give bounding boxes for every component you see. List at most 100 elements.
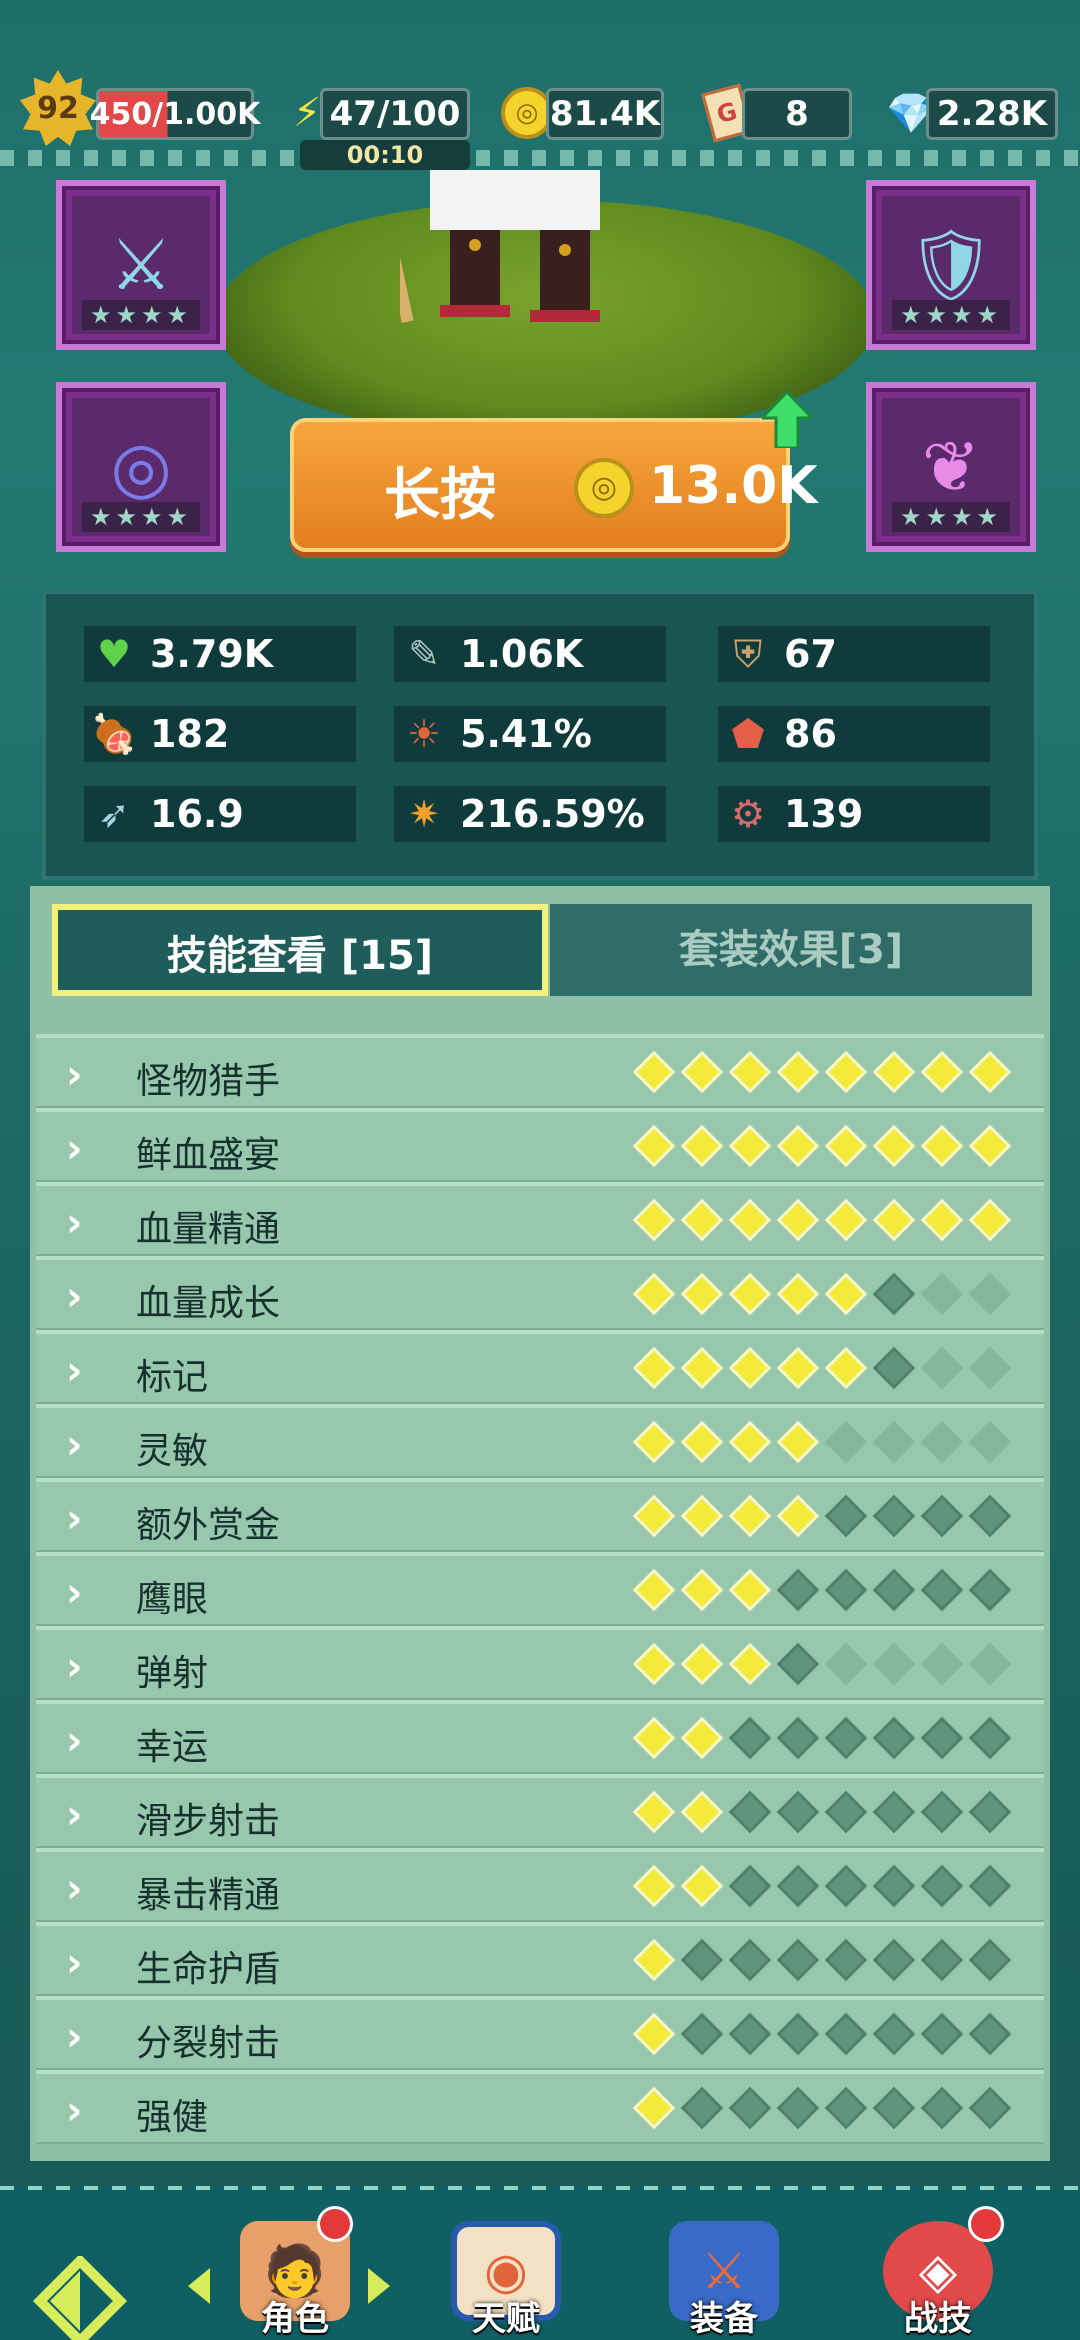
skill-row[interactable]: › 分裂射击 bbox=[36, 1996, 1044, 2070]
skill-name: 血量精通 bbox=[136, 1209, 281, 1250]
skill-name: 灵敏 bbox=[136, 1431, 209, 1472]
level-pip bbox=[824, 1346, 868, 1390]
stat-box: ☀ 5.41% bbox=[394, 706, 666, 762]
equip-slot-armor[interactable]: 🛡 ★★★★ bbox=[866, 180, 1036, 350]
skill-row[interactable]: › 灵敏 bbox=[36, 1404, 1044, 1478]
skill-row[interactable]: › 鹰眼 bbox=[36, 1552, 1044, 1626]
skill-row[interactable]: › 标记 bbox=[36, 1330, 1044, 1404]
level-pip bbox=[824, 1642, 868, 1686]
tab-skills[interactable]: 技能查看 [15] bbox=[52, 904, 548, 996]
level-pip bbox=[728, 1050, 772, 1094]
top-trim bbox=[0, 150, 1080, 166]
level-pip bbox=[920, 1050, 964, 1094]
skill-name: 额外赏金 bbox=[136, 1505, 281, 1546]
back-button[interactable] bbox=[10, 2210, 140, 2340]
level-pip bbox=[632, 1938, 676, 1982]
equip-slot-necklace[interactable]: ❦ ★★★★ bbox=[866, 382, 1036, 552]
level-pip bbox=[728, 1420, 772, 1464]
level-pip bbox=[632, 1716, 676, 1760]
level-pip bbox=[728, 1938, 772, 1982]
nav-combat-skill[interactable]: ◈ 战技 bbox=[868, 2204, 1008, 2340]
ticket-value: 8 bbox=[742, 88, 852, 140]
level-pip bbox=[776, 1642, 820, 1686]
level-pip bbox=[680, 1420, 724, 1464]
slot-stars: ★★★★ bbox=[82, 300, 200, 330]
skill-row[interactable]: › 血量精通 bbox=[36, 1182, 1044, 1256]
skill-row[interactable]: › 额外赏金 bbox=[36, 1478, 1044, 1552]
level-pip bbox=[680, 1198, 724, 1242]
nav-gear[interactable]: ⚔ 装备 bbox=[654, 2204, 794, 2340]
level-pip bbox=[920, 1568, 964, 1612]
level-pip bbox=[680, 2012, 724, 2056]
stat-box: 🍖 182 bbox=[84, 706, 356, 762]
level-pip bbox=[680, 1790, 724, 1834]
nav-hero[interactable]: 🧑 角色 bbox=[225, 2204, 365, 2340]
skill-row[interactable]: › 滑步射击 bbox=[36, 1774, 1044, 1848]
level-pip bbox=[680, 1642, 724, 1686]
skill-level-pips bbox=[630, 1790, 1014, 1834]
level-pip bbox=[776, 1568, 820, 1612]
level-pip bbox=[968, 1938, 1012, 1982]
level-pip bbox=[632, 1198, 676, 1242]
level-pip bbox=[680, 1346, 724, 1390]
level-pip bbox=[776, 1864, 820, 1908]
level-pip bbox=[920, 1272, 964, 1316]
chevron-right-icon: › bbox=[66, 1940, 83, 1986]
coin-value: 81.4K bbox=[546, 88, 664, 140]
skill-row[interactable]: › 鲜血盛宴 bbox=[36, 1108, 1044, 1182]
skill-name: 生命护盾 bbox=[136, 1949, 281, 1990]
nav-talent[interactable]: ◉ 天赋 bbox=[436, 2204, 576, 2340]
level-pip bbox=[824, 1050, 868, 1094]
long-press-upgrade-button[interactable]: 长按 ◎ 13.0K bbox=[290, 418, 818, 552]
level-pip bbox=[920, 2086, 964, 2130]
skill-name: 强健 bbox=[136, 2097, 209, 2138]
level-pip bbox=[968, 1568, 1012, 1612]
stat-value: 67 bbox=[784, 632, 837, 676]
equip-slot-weapon[interactable]: ⚔ ★★★★ bbox=[56, 180, 226, 350]
level-pip bbox=[920, 1938, 964, 1982]
level-pip bbox=[824, 1124, 868, 1168]
level-pip bbox=[632, 1568, 676, 1612]
tab-set-effects[interactable]: 套装效果[3] bbox=[550, 904, 1032, 996]
skill-row[interactable]: › 弹射 bbox=[36, 1626, 1044, 1700]
skill-row[interactable]: › 暴击精通 bbox=[36, 1848, 1044, 1922]
equip-slot-ring[interactable]: ◎ ★★★★ bbox=[56, 382, 226, 552]
stat-icon: ♥ bbox=[96, 632, 132, 676]
skill-row[interactable]: › 生命护盾 bbox=[36, 1922, 1044, 1996]
level-pip bbox=[680, 2086, 724, 2130]
stat-icon: ✎ bbox=[408, 632, 440, 676]
level-pip bbox=[920, 1494, 964, 1538]
level-pip bbox=[680, 1272, 724, 1316]
skill-row[interactable]: › 血量成长 bbox=[36, 1256, 1044, 1330]
level-pip bbox=[968, 2086, 1012, 2130]
level-pip bbox=[776, 1272, 820, 1316]
level-pip bbox=[728, 1716, 772, 1760]
stat-value: 16.9 bbox=[150, 792, 244, 836]
energy-value[interactable]: 47/100 bbox=[320, 88, 470, 140]
notification-badge bbox=[317, 2206, 353, 2242]
chevron-right-icon: › bbox=[66, 1792, 83, 1838]
skill-level-pips bbox=[630, 1568, 1014, 1612]
level-pip bbox=[872, 1642, 916, 1686]
chevron-right-icon: › bbox=[66, 1718, 83, 1764]
skill-row[interactable]: › 强健 bbox=[36, 2070, 1044, 2144]
skill-name: 鹰眼 bbox=[136, 1579, 209, 1620]
level-pip bbox=[968, 1716, 1012, 1760]
level-pip bbox=[776, 1124, 820, 1168]
hero-figure[interactable] bbox=[400, 170, 640, 330]
skill-row[interactable]: › 幸运 bbox=[36, 1700, 1044, 1774]
stat-icon: ☀ bbox=[406, 712, 442, 756]
stat-box: ➶ 16.9 bbox=[84, 786, 356, 842]
chevron-right-icon: › bbox=[66, 1422, 83, 1468]
skills-panel: 技能查看 [15] 套装效果[3] › 怪物猎手 › 鲜血盛宴 › 血量精通 › 血量成长 › 标… bbox=[30, 886, 1050, 2161]
skill-row[interactable]: › 怪物猎手 bbox=[36, 1034, 1044, 1108]
level-badge: 92 bbox=[20, 70, 96, 146]
level-pip bbox=[824, 1864, 868, 1908]
nav-skill-label: 战技 bbox=[904, 2299, 972, 2339]
skill-level-pips bbox=[630, 1346, 1014, 1390]
stat-value: 86 bbox=[784, 712, 837, 756]
level-pip bbox=[776, 1494, 820, 1538]
skill-level-pips bbox=[630, 2012, 1014, 2056]
stat-value: 3.79K bbox=[150, 632, 274, 676]
level-pip bbox=[632, 1050, 676, 1094]
